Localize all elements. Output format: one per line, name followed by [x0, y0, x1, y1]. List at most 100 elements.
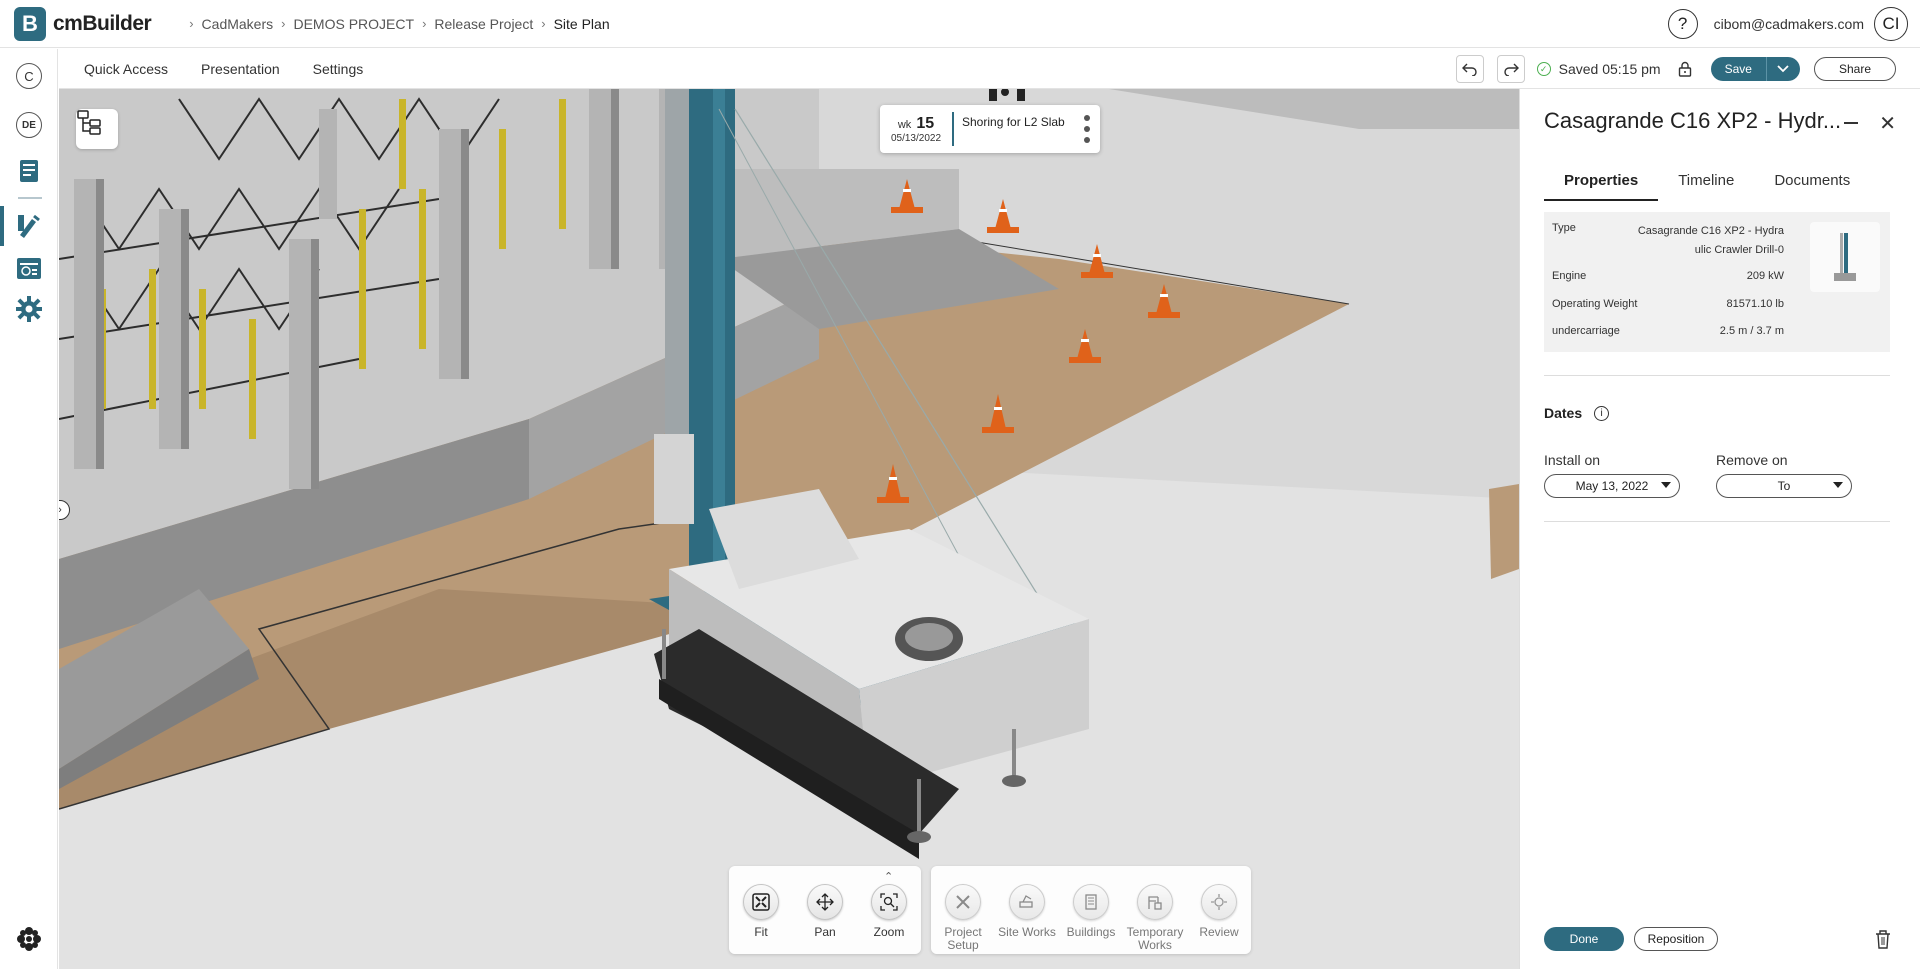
site-works-label: Site Works	[998, 925, 1056, 939]
fit-button[interactable]: Fit	[729, 866, 793, 954]
help-icon[interactable]: ?	[1667, 9, 1698, 39]
lock-icon[interactable]	[1673, 57, 1697, 81]
install-date-value: May 13, 2022	[1575, 479, 1649, 493]
week-number: 15	[916, 114, 935, 132]
breadcrumb-current: Site Plan	[553, 15, 610, 32]
save-button-group: Save	[1710, 57, 1800, 81]
rail-divider	[18, 197, 42, 199]
menu-settings[interactable]: Settings	[313, 61, 364, 77]
redo-icon	[1503, 63, 1519, 76]
user-area: ? cibom@cadmakers.com CI	[1667, 0, 1920, 48]
breadcrumb-item[interactable]: DEMOS PROJECT	[293, 16, 414, 32]
menu-presentation[interactable]: Presentation	[201, 61, 280, 77]
week-prefix: wk	[897, 118, 912, 131]
app-logo[interactable]: B cmBuilder	[14, 6, 152, 41]
logo-mark: B	[14, 6, 46, 41]
gear-icon[interactable]	[14, 294, 44, 324]
sub-toolbar: Quick Access Presentation Settings ✓ Sav…	[59, 49, 1920, 89]
schedule-card[interactable]: wk 15 05/13/2022 Shoring for L2 Slab	[880, 105, 1100, 153]
site-works-icon	[1009, 884, 1045, 920]
chevron-right-icon: ›	[422, 16, 427, 31]
property-key: undercarriage	[1552, 325, 1620, 337]
property-value: 2.5 m / 3.7 m	[1719, 325, 1784, 337]
chevron-up-icon[interactable]: ⌃	[884, 870, 893, 883]
design-icon[interactable]	[14, 211, 44, 241]
save-status: ✓ Saved 05:15 pm	[1536, 61, 1661, 77]
temporary-works-button[interactable]: Temporary Works	[1123, 866, 1187, 954]
document-icon[interactable]	[14, 156, 44, 186]
more-options-icon[interactable]	[1084, 115, 1090, 143]
review-button[interactable]: Review	[1187, 866, 1251, 954]
3d-viewport[interactable]: › wk 15 05/13/2022 Shoring for L2 Slab	[59, 89, 1519, 969]
done-button[interactable]: Done	[1544, 927, 1624, 951]
tab-documents[interactable]: Documents	[1754, 169, 1870, 201]
task-name: Shoring for L2 Slab	[962, 115, 1065, 129]
site-scene	[59, 89, 1519, 969]
minimize-icon[interactable]	[1844, 122, 1858, 124]
remove-date-value: To	[1777, 479, 1791, 493]
redo-button[interactable]	[1496, 55, 1525, 83]
equipment-thumbnail	[1810, 222, 1880, 292]
tree-view-button[interactable]	[76, 109, 118, 149]
breadcrumb-item[interactable]: Release Project	[434, 16, 533, 32]
properties-panel: Casagrande C16 XP2 - Hydr... ✕ Propertie…	[1519, 89, 1920, 969]
week-date: 05/13/2022	[890, 132, 942, 144]
caret-down-icon	[1833, 482, 1843, 488]
save-button[interactable]: Save	[1710, 57, 1766, 81]
remove-date-select[interactable]: To	[1716, 474, 1852, 498]
week-indicator: wk 15 05/13/2022	[880, 112, 954, 146]
property-value: 81571.10 lb	[1726, 298, 1785, 310]
language-icon[interactable]: DE	[16, 112, 42, 138]
fit-icon	[743, 884, 779, 920]
divider	[1544, 375, 1890, 376]
save-options-button[interactable]	[1765, 57, 1800, 81]
tab-properties[interactable]: Properties	[1544, 169, 1659, 201]
schedule-icon[interactable]	[14, 253, 44, 283]
share-button[interactable]: Share	[1813, 57, 1896, 81]
apps-icon[interactable]	[14, 924, 44, 954]
saved-text: Saved 05:15 pm	[1558, 61, 1661, 77]
undo-icon	[1461, 63, 1477, 76]
hierarchy-icon	[77, 110, 101, 135]
property-key: Engine	[1552, 270, 1587, 282]
project-setup-button[interactable]: Project Setup	[931, 866, 995, 954]
chevron-right-icon: ›	[541, 16, 546, 31]
pan-icon	[807, 884, 843, 920]
panel-tabs: Properties Timeline Documents	[1544, 169, 1890, 201]
check-icon: ✓	[1536, 62, 1551, 76]
trash-icon[interactable]	[1874, 929, 1892, 949]
view-tools-palette: ⌃ Fit Pan Zoom	[729, 866, 921, 954]
property-value: Casagrande C16 XP2 - Hydra ulic Crawler …	[1637, 225, 1784, 256]
build-tools-palette: Project Setup Site Works Buildings Tempo…	[931, 866, 1251, 954]
dates-title: Dates	[1544, 405, 1583, 421]
top-bar: B cmBuilder › CadMakers › DEMOS PROJECT …	[0, 0, 1920, 48]
buildings-label: Buildings	[1066, 925, 1116, 939]
divider	[1544, 521, 1890, 522]
tab-timeline[interactable]: Timeline	[1658, 169, 1754, 201]
pan-label: Pan	[814, 925, 836, 939]
install-on-label: Install on	[1544, 452, 1601, 468]
pan-button[interactable]: Pan	[793, 866, 857, 954]
chevron-right-icon: ›	[189, 16, 194, 31]
avatar[interactable]: CI	[1874, 7, 1908, 41]
property-value: 209 kW	[1746, 270, 1784, 282]
install-date-select[interactable]: May 13, 2022	[1544, 474, 1680, 498]
chevron-right-icon: ›	[281, 16, 286, 31]
company-icon[interactable]: C	[16, 63, 42, 89]
reposition-button[interactable]: Reposition	[1634, 927, 1718, 951]
user-email[interactable]: cibom@cadmakers.com	[1714, 16, 1864, 32]
project-setup-label: Project Setup	[944, 925, 982, 952]
site-works-button[interactable]: Site Works	[995, 866, 1059, 954]
close-icon[interactable]: ✕	[1879, 111, 1896, 136]
property-key: Operating Weight	[1552, 298, 1638, 310]
menu-quick-access[interactable]: Quick Access	[84, 61, 168, 77]
property-key: Type	[1552, 222, 1576, 234]
undo-button[interactable]	[1455, 55, 1484, 83]
properties-box: Type Casagrande C16 XP2 - Hydra ulic Cra…	[1544, 212, 1890, 352]
temporary-works-label: Temporary Works	[1126, 925, 1184, 952]
breadcrumb-item[interactable]: CadMakers	[202, 16, 274, 32]
info-icon[interactable]: i	[1594, 405, 1610, 421]
buildings-button[interactable]: Buildings	[1059, 866, 1123, 954]
app-name: cmBuilder	[53, 11, 152, 35]
panel-title: Casagrande C16 XP2 - Hydr...	[1544, 108, 1842, 133]
